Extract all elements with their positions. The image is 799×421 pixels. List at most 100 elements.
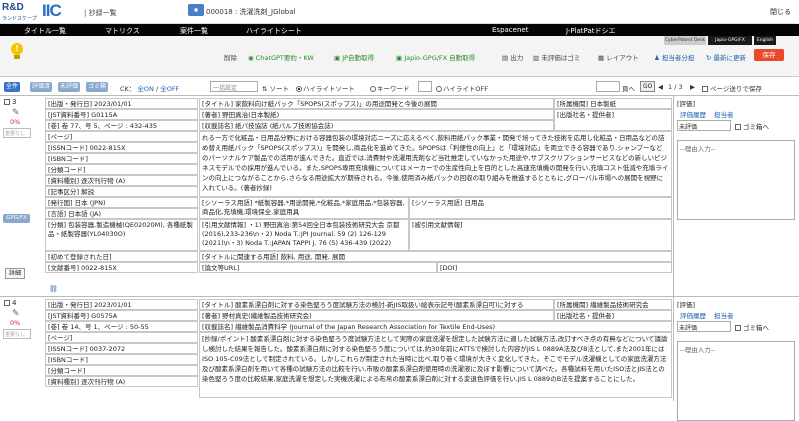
eval-history-link[interactable]: 評価履歴 — [680, 310, 706, 320]
abstract: [抄録/ポイント] 酸素系漂白剤に対する染色堅ろう度試験方法として実際の家庭洗濯… — [199, 332, 672, 398]
keyword-input[interactable] — [418, 81, 432, 92]
nav-espacenet[interactable]: Espacenet — [492, 26, 528, 34]
volume-pages: [巻] 卷 77、号 5、ページ : 432-435 — [45, 120, 198, 131]
related-terms: [タイトルに関連する用語] 飲料, 用途, 開発, 展開 — [199, 251, 672, 262]
unrated-to-trash-button[interactable]: ▥ 未評価はゴミ — [533, 52, 580, 62]
go-button[interactable]: GO — [640, 81, 656, 92]
prev-page-button[interactable]: ◀ — [658, 83, 663, 91]
book-icon: ■ — [188, 4, 204, 16]
assign-owner-button[interactable]: ♟ 担当者分担 — [654, 52, 694, 62]
pencil-icon[interactable]: ✎ — [12, 309, 20, 319]
eval-label: [評価] — [677, 301, 696, 309]
record-row: 3 ✎ 0% 重要なし GPG/FX 詳細 [出版・発行日] 2023/01/0… — [0, 95, 799, 297]
trash-checkbox[interactable]: ゴミ箱へ — [735, 322, 769, 332]
checkbox-icon — [735, 325, 741, 331]
country: [発行国] 日本 (JPN) — [45, 197, 198, 208]
eval-select[interactable]: 未評価 — [677, 321, 731, 332]
affiliation: [所属機関] 日本製紙 — [554, 98, 672, 109]
tab-rated[interactable]: 評価済 — [30, 82, 53, 92]
reason-textarea[interactable]: --理由入力-- — [677, 341, 795, 421]
language: [言語] 日本語 (JA) — [45, 208, 198, 219]
progress-percent: 0% — [10, 118, 21, 126]
nav-highlight-sheet[interactable]: ハイライトシート — [246, 26, 302, 36]
article-type: [記事区分] 解説 — [45, 186, 198, 197]
checkbox-icon — [702, 86, 708, 92]
pub-date: [出版・発行日] 2023/01/01 — [45, 299, 198, 310]
nav-jplatpat-dossier[interactable]: J-PlatPatドシエ — [566, 26, 615, 36]
export-button[interactable]: ▤ 出力 — [502, 52, 523, 62]
affiliation: [所属機関] 繊維製品技術研究会 — [554, 299, 672, 310]
ck-all-on[interactable]: 全ON — [137, 85, 153, 93]
highlight-sort-label: ハイライトソート — [303, 85, 355, 93]
eval-select[interactable]: 未評価 — [677, 120, 731, 131]
nav-case-list[interactable]: 案件一覧 — [180, 26, 208, 36]
record-title: [タイトル] 酸素系漂白剤に対する染色堅ろう度試験方法の検討-新JIS取扱い絵表… — [199, 299, 554, 310]
tab-unrated[interactable]: 未評価 — [58, 82, 81, 92]
gpg-fx-button[interactable]: GPG/FX — [3, 214, 30, 223]
sort-button[interactable]: ⇅ ソート — [262, 83, 289, 93]
next-page-button[interactable]: ▶ — [690, 83, 695, 91]
publisher: [出版社名・提供者] — [554, 109, 672, 131]
keep-page-checkbox[interactable]: ページ送りで保存 — [702, 83, 762, 93]
jp-auto-fetch-label: JP自動取得 — [342, 54, 375, 62]
rd-landscape-logo[interactable]: R&D ランドスケープ — [2, 2, 42, 22]
author: [著者] 野村真史(繊維製品技術研究会) — [199, 310, 554, 321]
badge-japio[interactable]: Japio-GPG/FX — [708, 36, 752, 45]
ck-all-off[interactable]: 全OFF — [160, 85, 179, 93]
record-checkbox[interactable] — [4, 300, 10, 306]
checkbox-icon — [735, 124, 741, 130]
eval-owner-link[interactable]: 担当者 — [714, 310, 734, 320]
highlight-sort-radio[interactable]: ハイライトソート — [296, 83, 355, 93]
record-number[interactable]: 4 — [4, 299, 16, 307]
class-code: [分類コード] — [45, 164, 198, 175]
nav-title-list[interactable]: タイトル一覧 — [24, 26, 66, 36]
keyword-radio[interactable]: キーワード — [370, 83, 410, 93]
keep-page-label: ページ送りで保存 — [710, 85, 762, 93]
tab-all[interactable]: 全件 — [4, 82, 21, 92]
close-link[interactable]: 閉じる — [770, 7, 791, 17]
reason-textarea[interactable]: --理由入力-- — [677, 140, 795, 220]
lightbulb-icon[interactable]: ! — [10, 43, 24, 61]
refresh-latest-button[interactable]: ↻ 最新に更新 — [706, 52, 746, 62]
pencil-icon[interactable]: ✎ — [12, 108, 20, 118]
chatgpt-summary-button[interactable]: ◉ ChatGPT要約・KW — [248, 52, 314, 62]
evaluation-panel: [評価] 評価履歴 担当者 未評価 ゴミ箱へ --理由入力-- — [673, 96, 799, 297]
tab-trash[interactable]: ゴミ箱 — [86, 82, 109, 92]
nav-matrix[interactable]: マトリクス — [105, 26, 140, 36]
list-controls: 全件 評価済 未評価 ゴミ箱 CK： 全ON / 全OFF 一括設定 ⇅ ソート… — [0, 77, 799, 95]
layout-button[interactable]: ▦ レイアウト — [598, 52, 639, 62]
layout-label: レイアウト — [606, 54, 639, 62]
record-checkbox[interactable] — [4, 99, 10, 105]
page-number-input[interactable] — [596, 81, 620, 92]
chain-link-icon[interactable]: ⛓ — [49, 285, 58, 293]
page-goto-label: 頁へ — [622, 85, 635, 93]
trash-checkbox[interactable]: ゴミ箱へ — [735, 121, 769, 131]
page-title: | 抄録一覧 — [84, 9, 117, 17]
bulk-setting-select[interactable]: 一括設定 — [210, 81, 258, 92]
doc-type: [資料種別] 逐次刊行物 (A) — [45, 175, 198, 186]
iic-logo: IIC — [42, 1, 62, 20]
issn-code: [ISSNコード] 0022-815X — [45, 142, 198, 153]
importance-select[interactable]: 重要なし — [3, 128, 31, 138]
importance-select[interactable]: 重要なし — [3, 329, 31, 339]
class-code: [分類コード] — [45, 365, 198, 376]
save-button[interactable]: 保存 — [754, 49, 784, 61]
eval-history-link[interactable]: 評価履歴 — [680, 109, 706, 119]
eval-owner-link[interactable]: 担当者 — [714, 109, 734, 119]
jp-auto-fetch-button[interactable]: ▣ JP自動取得 — [334, 52, 374, 62]
record-number[interactable]: 3 — [4, 98, 16, 106]
journal-name: [収載誌名] 繊維製品消費科学 (Journal of the Japan Re… — [199, 321, 672, 332]
highlight-off-radio[interactable]: ハイライトOFF — [436, 83, 488, 93]
delete-button[interactable]: 削除 — [224, 52, 237, 62]
keyword-label: キーワード — [377, 85, 410, 93]
radio-on-icon — [296, 86, 302, 92]
radio-off-icon — [370, 86, 376, 92]
sort-label: ソート — [269, 85, 290, 93]
detail-button[interactable]: 詳細 — [5, 268, 25, 279]
isbn-code: [ISBNコード] — [45, 153, 198, 164]
badge-cyberpatent[interactable]: CyberPatent Desk — [664, 36, 706, 45]
evaluation-panel: [評価] 評価履歴 担当者 未評価 ゴミ箱へ --理由入力-- — [673, 297, 799, 421]
app-header: R&D ランドスケープ IIC | 抄録一覧 ■ 000018 : 洗濯洗剤_J… — [0, 0, 799, 24]
japio-auto-fetch-button[interactable]: ▣ Japio-GPG/FX 自動取得 — [396, 52, 475, 62]
badge-english[interactable]: English — [754, 36, 776, 45]
